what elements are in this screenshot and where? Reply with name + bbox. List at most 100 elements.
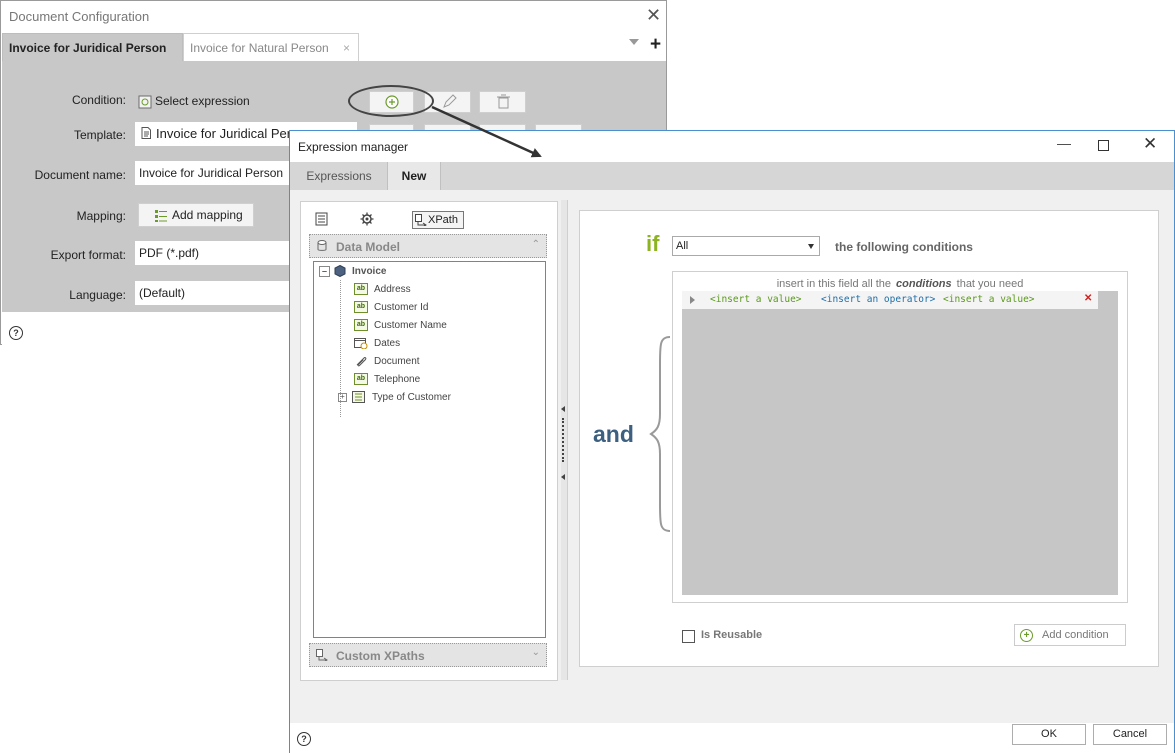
following-conditions-label: the following conditions	[835, 240, 973, 254]
is-reusable-checkbox[interactable]	[682, 630, 695, 643]
hint-text: that you need	[956, 278, 1024, 290]
remove-condition-icon[interactable]: ✕	[1084, 293, 1092, 304]
insert-operator[interactable]: <insert an operator>	[821, 294, 935, 305]
tree-item-label: Telephone	[374, 374, 421, 385]
is-reusable-label: Is Reusable	[701, 629, 763, 641]
tab-invoice-natural-person[interactable]: Invoice for Natural Person ×	[183, 33, 359, 61]
select-expression-link[interactable]: Select expression	[138, 92, 250, 110]
condition-row[interactable]: <insert a value> <insert an operator> <i…	[682, 291, 1098, 309]
row-handle-icon[interactable]	[690, 296, 695, 304]
window-title: Expression manager	[298, 140, 409, 154]
maximize-icon[interactable]	[1098, 140, 1109, 151]
tab-label: Invoice for Natural Person	[190, 41, 329, 55]
chevron-up-icon[interactable]: ⌃	[532, 239, 540, 250]
close-tab-icon[interactable]: ×	[343, 34, 350, 62]
cancel-button[interactable]: Cancel	[1093, 724, 1167, 745]
splitter-grip	[562, 418, 564, 462]
tree-node-type-of-customer[interactable]: + Type of Customer	[338, 389, 451, 407]
help-icon[interactable]: ?	[9, 326, 23, 340]
collapse-icon[interactable]: –	[319, 265, 330, 277]
select-expression-label: Select expression	[155, 94, 250, 108]
conditions-hint: insert in this field all the conditions th…	[673, 278, 1127, 290]
calendar-icon	[354, 338, 368, 350]
ok-button[interactable]: OK	[1012, 724, 1086, 745]
language-label: Language:	[69, 288, 126, 302]
language-select[interactable]: (Default)	[135, 281, 291, 305]
condition-label: Condition:	[71, 93, 126, 107]
tab-invoice-juridical-person[interactable]: Invoice for Juridical Person	[2, 33, 183, 61]
properties-icon[interactable]	[315, 212, 328, 230]
export-format-label: Export format:	[50, 248, 126, 262]
entity-icon	[334, 265, 346, 278]
tab-expressions[interactable]: Expressions	[300, 162, 378, 190]
data-model-tree: – Invoice ab Address ab Customer Id ab Custo…	[313, 261, 546, 638]
text-field-icon: ab	[354, 283, 368, 296]
hint-emphasis: conditions	[896, 278, 952, 290]
tree-item-label: Customer Name	[374, 320, 447, 331]
close-icon[interactable]: ✕	[1143, 134, 1157, 154]
add-mapping-label: Add mapping	[172, 208, 243, 222]
xpath-icon	[415, 214, 427, 226]
tree-root-label: Invoice	[352, 266, 387, 277]
tree-node-dates[interactable]: Dates	[354, 335, 400, 353]
collapse-left-icon[interactable]	[561, 406, 565, 412]
database-icon	[317, 240, 327, 251]
new-expression-panel: XPath Data Model ⌃ – Invoice ab Address ab…	[290, 190, 1174, 723]
delete-expression-button[interactable]	[479, 91, 526, 113]
tree-node-telephone[interactable]: ab Telephone	[354, 371, 420, 389]
document-name-label: Document name:	[34, 168, 126, 182]
tab-new[interactable]: New	[387, 162, 441, 190]
tree-node-address[interactable]: ab Address	[354, 281, 411, 299]
gear-icon[interactable]	[360, 212, 374, 230]
add-tab-button[interactable]: +	[650, 34, 661, 56]
template-label: Template:	[73, 128, 126, 142]
trash-icon	[497, 94, 510, 109]
custom-xpaths-header[interactable]: Custom XPaths ⌄	[309, 643, 547, 667]
expand-icon[interactable]: +	[338, 392, 347, 402]
data-model-label: Data Model	[336, 240, 401, 254]
chevron-down-icon[interactable]: ⌄	[532, 647, 540, 658]
tree-node-customer-name[interactable]: ab Customer Name	[354, 317, 447, 335]
document-name-field[interactable]: Invoice for Juridical Person	[135, 161, 291, 185]
xpath-label: XPath	[428, 214, 458, 226]
collapse-left-icon[interactable]	[561, 474, 565, 480]
data-model-panel: XPath Data Model ⌃ – Invoice ab Address ab…	[300, 201, 558, 681]
close-icon[interactable]: ✕	[646, 5, 661, 26]
minimize-icon[interactable]: —	[1057, 135, 1071, 151]
conditions-area[interactable]: <insert a value> <insert an operator> <i…	[682, 291, 1118, 595]
brace-icon	[649, 336, 671, 532]
add-mapping-button[interactable]: Add mapping	[138, 203, 254, 227]
add-condition-label: Add condition	[1042, 629, 1109, 641]
list-icon	[352, 391, 365, 404]
panel-splitter[interactable]	[561, 200, 568, 680]
xpath-button[interactable]: XPath	[412, 211, 464, 229]
export-format-select[interactable]: PDF (*.pdf)	[135, 241, 291, 265]
tree-item-label: Document	[374, 356, 420, 367]
and-keyword: and	[593, 421, 634, 447]
paperclip-icon	[356, 357, 367, 367]
data-model-header[interactable]: Data Model ⌃	[309, 234, 547, 258]
tree-node-customer-id[interactable]: ab Customer Id	[354, 299, 428, 317]
text-field-icon: ab	[354, 301, 368, 314]
if-keyword: if	[646, 231, 660, 256]
tree-node-document[interactable]: Document	[354, 353, 420, 371]
quantifier-select[interactable]: All	[672, 236, 820, 256]
dropdown-arrow-icon[interactable]	[808, 244, 814, 249]
document-icon	[141, 127, 151, 139]
mapping-label: Mapping:	[76, 209, 126, 223]
tree-item-label: Type of Customer	[372, 392, 451, 403]
insert-value-left[interactable]: <insert a value>	[710, 294, 802, 305]
condition-builder-panel: if All the following conditions and inse…	[579, 210, 1159, 667]
template-value: Invoice for Juridical Per	[156, 126, 292, 141]
tree-node-invoice[interactable]: – Invoice	[319, 263, 386, 281]
add-condition-button[interactable]: + Add condition	[1014, 624, 1126, 646]
tab-list-dropdown-icon[interactable]	[629, 39, 639, 45]
expression-manager-window: Expression manager — ✕ Expressions New X…	[289, 130, 1175, 753]
insert-value-right[interactable]: <insert a value>	[943, 294, 1035, 305]
text-field-icon: ab	[354, 373, 368, 386]
text-field-icon: ab	[354, 319, 368, 332]
quantifier-value: All	[676, 240, 689, 252]
expression-icon	[138, 95, 152, 109]
mapping-icon	[155, 209, 167, 222]
help-icon[interactable]: ?	[297, 732, 311, 746]
